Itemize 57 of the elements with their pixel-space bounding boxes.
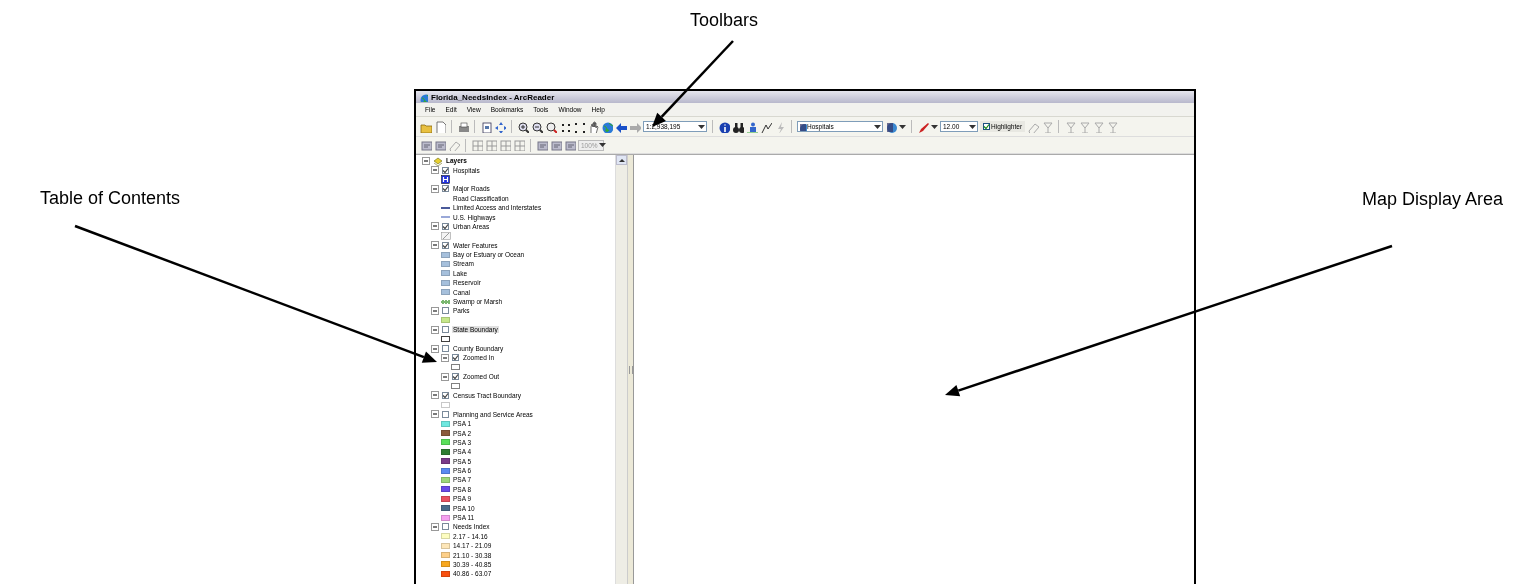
scroll-up-button[interactable] [616,155,627,165]
tree-expander[interactable] [431,410,439,419]
caret-icon[interactable] [899,124,906,129]
checkbox[interactable] [983,123,990,130]
zoom-out-icon[interactable] [531,120,543,133]
person-icon[interactable] [746,120,758,133]
pen-icon[interactable] [917,120,929,133]
globe-icon [419,92,428,102]
hospital-icon [441,174,450,184]
splitter-handle[interactable] [627,155,634,584]
caret-icon[interactable] [698,124,705,129]
layer-checkbox[interactable] [442,523,449,531]
layer-checkbox[interactable] [442,241,449,249]
layers-icon [433,155,443,166]
tree-expander[interactable] [431,241,439,250]
layer-checkbox[interactable] [442,166,449,174]
tree-expander[interactable] [441,353,449,362]
caret-icon [598,143,606,147]
tree-expander[interactable] [431,222,439,231]
caret-icon[interactable] [874,124,881,129]
callout-label: Map Display Area [1362,189,1504,210]
callout-label: Toolbars [690,10,759,31]
layer-checkbox[interactable] [452,354,459,362]
page-icon[interactable] [480,120,492,133]
layer-checkbox[interactable] [442,307,449,315]
layer-checkbox[interactable] [442,185,449,193]
measure-icon[interactable] [760,120,772,133]
scrollbar[interactable] [615,155,627,584]
tree-expander[interactable] [441,372,449,381]
tree-expander[interactable] [431,184,439,193]
info-icon[interactable] [718,120,730,133]
tree-expander[interactable] [422,156,430,165]
tree-expander[interactable] [431,391,439,400]
tree-expander[interactable] [431,306,439,315]
layer-checkbox[interactable] [442,410,449,418]
zoom-in-icon[interactable] [517,120,529,133]
layer-checkbox[interactable] [442,391,449,399]
tree-expander[interactable] [431,344,439,353]
caret-icon[interactable] [931,124,938,129]
layer-checkbox[interactable] [442,326,449,334]
tree-expander[interactable] [431,325,439,334]
magnifier-icon[interactable] [545,120,557,133]
binoculars-icon[interactable] [732,120,744,133]
up-arrow-icon [617,157,626,163]
hatched-swatch-icon [441,231,451,240]
tree-expander[interactable] [431,166,439,175]
layer-checkbox[interactable] [452,373,459,381]
document-icon[interactable] [434,120,446,133]
printer-icon[interactable] [457,120,469,133]
callout-label: Table of Contents [40,188,181,209]
caret-icon[interactable] [969,124,976,129]
layer-checkbox[interactable] [442,222,449,230]
window-title: Florida_NeedsIndex - ArcReader [431,92,555,102]
pan-arrows-icon[interactable] [494,120,506,133]
globe-icon[interactable] [601,120,613,133]
layer-checkbox[interactable] [442,345,449,352]
tree-expander[interactable] [431,522,439,531]
